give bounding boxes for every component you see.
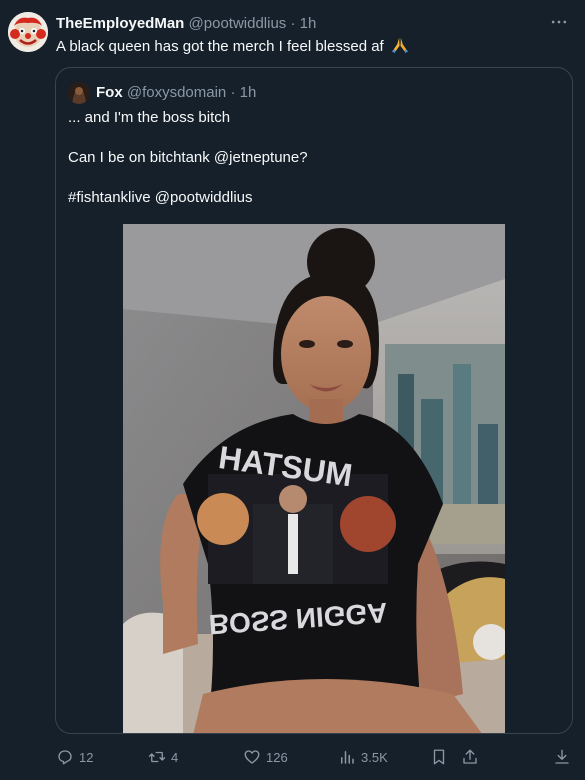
quoted-user-handle[interactable]: @foxysdomain bbox=[127, 84, 226, 101]
display-name[interactable]: TheEmployedMan bbox=[56, 15, 184, 32]
quoted-header: Fox @foxysdomain · 1h bbox=[96, 83, 256, 103]
repost-icon bbox=[148, 751, 166, 763]
bookmark-button[interactable] bbox=[430, 745, 448, 769]
more-horizontal-icon[interactable] bbox=[547, 12, 571, 36]
repost-count: 4 bbox=[171, 749, 179, 765]
quoted-text: ... and I'm the boss bitch Can I be on b… bbox=[68, 108, 308, 208]
separator-dot: · bbox=[290, 15, 296, 32]
user-avatar[interactable] bbox=[8, 12, 48, 52]
share-icon bbox=[463, 749, 477, 764]
user-handle[interactable]: @pootwiddlius bbox=[189, 15, 287, 32]
quoted-text-line: ... and I'm the boss bitch bbox=[68, 109, 231, 126]
views-chart-icon bbox=[341, 751, 354, 764]
quoted-tweet[interactable]: Fox @foxysdomain · 1h ... and I'm the bo… bbox=[55, 67, 573, 734]
tweet-text-content: A black queen has got the merch I feel b… bbox=[56, 38, 384, 55]
repost-button[interactable]: 4 bbox=[148, 745, 178, 769]
quoted-display-name[interactable]: Fox bbox=[96, 84, 123, 101]
quoted-user-avatar[interactable] bbox=[68, 82, 90, 104]
separator-dot: · bbox=[230, 84, 236, 101]
download-icon bbox=[555, 749, 569, 764]
share-button[interactable] bbox=[461, 745, 479, 769]
folded-hands-emoji-icon bbox=[391, 36, 409, 60]
timestamp[interactable]: 1h bbox=[300, 15, 317, 32]
like-count: 126 bbox=[266, 749, 288, 765]
quoted-text-line: Can I be on bitchtank @jetneptune? bbox=[68, 149, 308, 166]
reply-button[interactable]: 12 bbox=[56, 745, 93, 769]
heart-icon bbox=[244, 750, 260, 764]
action-bar: 12 4 126 3.5K bbox=[0, 745, 585, 769]
like-button[interactable]: 126 bbox=[243, 745, 288, 769]
reply-count: 12 bbox=[79, 749, 94, 765]
bookmark-icon bbox=[433, 749, 445, 765]
quoted-timestamp[interactable]: 1h bbox=[240, 84, 257, 101]
quoted-photo[interactable]: HATSUM BOSS NIGGA bbox=[123, 224, 505, 733]
views-count: 3.5K bbox=[361, 749, 388, 765]
reply-icon bbox=[58, 750, 72, 765]
quoted-text-line: #fishtanklive @pootwiddlius bbox=[68, 189, 253, 206]
views-button[interactable]: 3.5K bbox=[338, 745, 388, 769]
tweet[interactable]: TheEmployedMan @pootwiddlius · 1h A blac… bbox=[0, 0, 585, 780]
tweet-text: A black queen has got the merch I feel b… bbox=[56, 36, 409, 60]
tweet-header: TheEmployedMan @pootwiddlius · 1h bbox=[56, 14, 545, 34]
download-button[interactable] bbox=[553, 745, 571, 769]
